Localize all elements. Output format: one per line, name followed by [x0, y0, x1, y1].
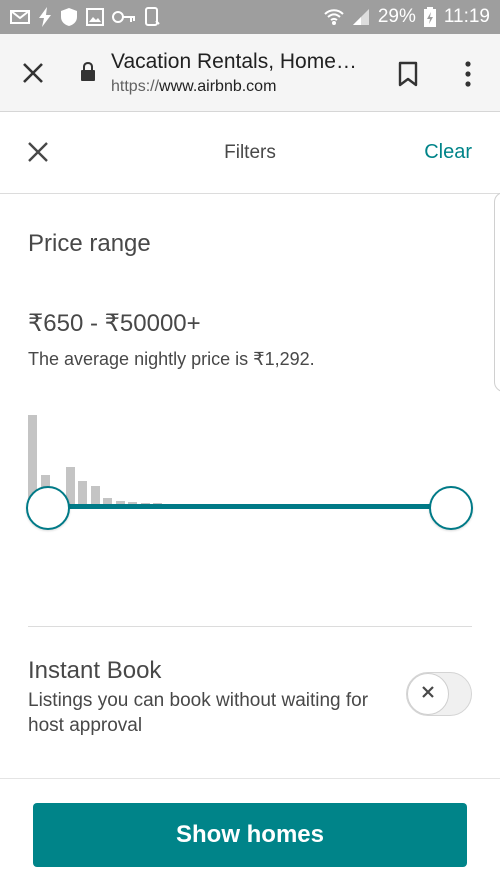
url-host: www.airbnb.com	[159, 78, 277, 95]
status-left-icons	[10, 7, 160, 27]
price-range-title: Price range	[28, 230, 151, 257]
key-icon	[112, 10, 136, 24]
instant-book-description: Listings you can book without waiting fo…	[28, 690, 369, 736]
scroll-indicator	[494, 192, 500, 392]
status-right: 29% 11:19	[324, 6, 490, 28]
signal-icon	[352, 8, 370, 26]
clock: 11:19	[443, 6, 490, 27]
wifi-icon	[324, 8, 344, 26]
more-vert-icon[interactable]	[461, 59, 475, 89]
battery-icon	[423, 7, 436, 27]
battery-percent: 29%	[377, 6, 416, 27]
footer-divider	[0, 778, 500, 779]
image-icon	[86, 8, 104, 26]
lock-icon	[80, 61, 96, 82]
bookmark-icon[interactable]	[396, 60, 420, 88]
phone-icon	[144, 7, 160, 27]
close-icon[interactable]	[20, 60, 46, 86]
clear-button[interactable]: Clear	[424, 141, 472, 164]
histogram-bar	[90, 486, 100, 505]
status-bar: 29% 11:19	[0, 0, 500, 34]
show-homes-button[interactable]: Show homes	[33, 803, 467, 867]
instant-book-toggle[interactable]	[406, 672, 472, 716]
browser-toolbar: Vacation Rentals, Home… https://www.airb…	[0, 34, 500, 112]
instant-book-title: Instant Book	[28, 657, 162, 684]
average-price-text: The average nightly price is ₹1,292.	[28, 349, 315, 369]
page-url[interactable]: https://www.airbnb.com	[111, 78, 276, 96]
price-slider-max-handle[interactable]	[429, 486, 473, 530]
price-slider-track[interactable]	[48, 504, 452, 509]
mail-icon	[10, 9, 30, 25]
shield-icon	[60, 7, 78, 27]
toggle-knob	[407, 673, 449, 715]
page-title[interactable]: Vacation Rentals, Home…	[111, 50, 357, 74]
histogram-bar	[78, 480, 87, 505]
flash-icon	[38, 7, 52, 27]
url-scheme: https://	[111, 78, 160, 95]
section-divider	[28, 626, 472, 627]
price-range-value: ₹650 - ₹50000+	[28, 310, 201, 337]
price-slider-min-handle[interactable]	[26, 486, 70, 530]
price-histogram	[28, 410, 472, 505]
toggle-off-icon	[421, 685, 435, 704]
filters-header: Filters Clear	[0, 112, 500, 194]
